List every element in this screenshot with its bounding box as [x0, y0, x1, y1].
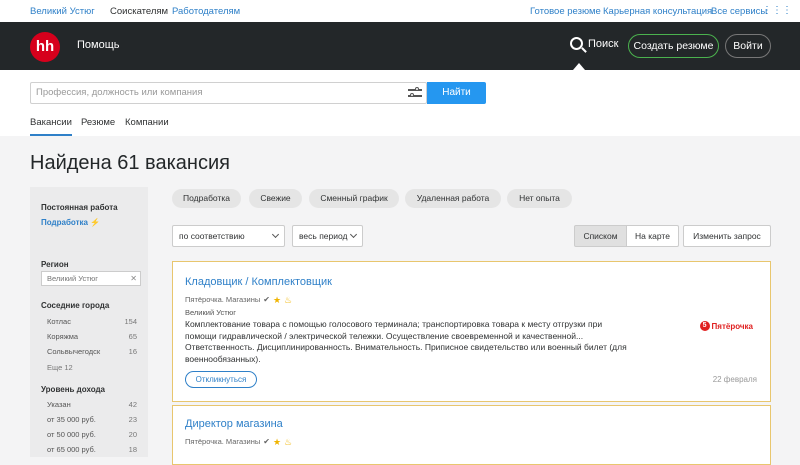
tab-vacancies[interactable]: Вакансии [30, 117, 72, 136]
sort-value: по соответствию [179, 231, 245, 241]
region-value: Великий Устюг [47, 274, 99, 283]
respond-button[interactable]: Откликнуться [185, 371, 257, 388]
company-name[interactable]: Пятёрочка. Магазины [185, 295, 260, 304]
nearby-header: Соседние города [41, 301, 110, 310]
header: hh Помощь Поиск Создать резюме Войти [0, 22, 800, 70]
sort-select[interactable]: по соответствию [172, 225, 285, 247]
employment-header: Постоянная работа [41, 203, 118, 212]
parttime-filter[interactable]: Подработка ⚡ [41, 218, 100, 227]
ready-resume-link[interactable]: Готовое резюме [530, 6, 601, 17]
tab-resumes[interactable]: Резюме [81, 117, 115, 128]
verified-icon: ✔ [263, 437, 270, 446]
nearby-item[interactable]: Коряжма [47, 332, 78, 341]
nearby-count: 65 [128, 332, 137, 341]
find-button[interactable]: Найти [427, 82, 486, 104]
vacancy-city: Великий Устюг [185, 308, 237, 317]
nearby-item[interactable]: Котлас [47, 317, 71, 326]
chip-remote[interactable]: Удаленная работа [405, 189, 501, 208]
all-services-link[interactable]: Все сервисы [711, 6, 767, 17]
chevron-down-icon [349, 230, 358, 239]
search-link[interactable]: Поиск [570, 37, 618, 50]
chip-no-experience[interactable]: Нет опыта [507, 189, 572, 208]
nearby-count: 154 [124, 317, 137, 326]
city-link[interactable]: Великий Устюг [30, 6, 95, 17]
company-logo[interactable]: 5 Пятёрочка [699, 321, 753, 331]
vacancy-date: 22 февраля [712, 375, 757, 384]
close-icon[interactable]: ✕ [130, 272, 137, 285]
search-input[interactable]: Профессия, должность или компания [30, 82, 427, 104]
search-icon [570, 37, 583, 50]
employers-link[interactable]: Работодателям [172, 6, 240, 17]
search-caret-icon [573, 63, 585, 70]
period-value: весь период [299, 231, 348, 241]
filters-sidebar: Постоянная работа Подработка ⚡ Регион Ве… [30, 187, 148, 457]
region-tag[interactable]: Великий Устюг ✕ [41, 271, 141, 286]
hh-logo[interactable]: hh [30, 32, 60, 62]
vacancy-card: Кладовщик / Комплектовщик Пятёрочка. Маг… [172, 261, 771, 402]
vacancy-card: Директор магазина Пятёрочка. Магазины ✔ … [172, 405, 771, 465]
star-icon: ★ [272, 436, 282, 447]
income-item[interactable]: от 50 000 руб. [47, 430, 96, 439]
grid-icon[interactable]: ⋮⋮⋮ [762, 5, 792, 16]
help-link[interactable]: Помощь [77, 39, 120, 51]
region-header: Регион [41, 260, 69, 269]
filter-icon[interactable] [408, 86, 422, 98]
tab-companies[interactable]: Компании [125, 117, 169, 128]
search-label: Поиск [588, 37, 619, 50]
chevron-down-icon [271, 230, 280, 239]
hand-icon: ♨ [283, 294, 293, 305]
create-resume-button[interactable]: Создать резюме [628, 34, 719, 58]
vacancy-title[interactable]: Кладовщик / Комплектовщик [185, 276, 332, 288]
income-count: 42 [128, 400, 137, 409]
nearby-item[interactable]: Сольвычегодск [47, 347, 100, 356]
income-count: 23 [128, 415, 137, 424]
income-item[interactable]: Указан [47, 400, 71, 409]
change-query-button[interactable]: Изменить запрос [683, 225, 771, 247]
seekers-link[interactable]: Соискателям [110, 6, 168, 17]
vacancy-title[interactable]: Директор магазина [185, 418, 283, 430]
hand-icon: ♨ [283, 436, 293, 447]
star-icon: ★ [272, 294, 282, 305]
list-view-button[interactable]: Списком [574, 225, 627, 247]
logo-icon: 5 [699, 321, 710, 331]
nearby-count: 16 [128, 347, 137, 356]
company-line: Пятёрочка. Магазины ✔ ★ ♨ [185, 437, 292, 446]
income-header: Уровень дохода [41, 385, 106, 394]
map-view-button[interactable]: На карте [626, 225, 679, 247]
verified-icon: ✔ [263, 295, 270, 304]
income-count: 20 [128, 430, 137, 439]
more-link[interactable]: Еще 12 [47, 363, 73, 372]
top-bar: Великий Устюг Соискателям Работодателям … [0, 0, 800, 22]
chip-fresh[interactable]: Свежие [249, 189, 302, 208]
period-select[interactable]: весь период [292, 225, 363, 247]
company-name[interactable]: Пятёрочка. Магазины [185, 437, 260, 446]
search-panel: Профессия, должность или компания Найти … [0, 70, 800, 136]
vacancy-description: Комплектование товара с помощью голосово… [185, 319, 627, 364]
brand-name: Пятёрочка [711, 321, 753, 331]
login-button[interactable]: Войти [725, 34, 771, 58]
chip-shift[interactable]: Сменный график [309, 189, 399, 208]
company-line: Пятёрочка. Магазины ✔ ★ ♨ [185, 295, 292, 304]
page-title: Найдена 61 вакансия [30, 152, 230, 174]
income-item[interactable]: от 35 000 руб. [47, 415, 96, 424]
career-link[interactable]: Карьерная консультация [603, 6, 712, 17]
chip-parttime[interactable]: Подработка [172, 189, 241, 208]
